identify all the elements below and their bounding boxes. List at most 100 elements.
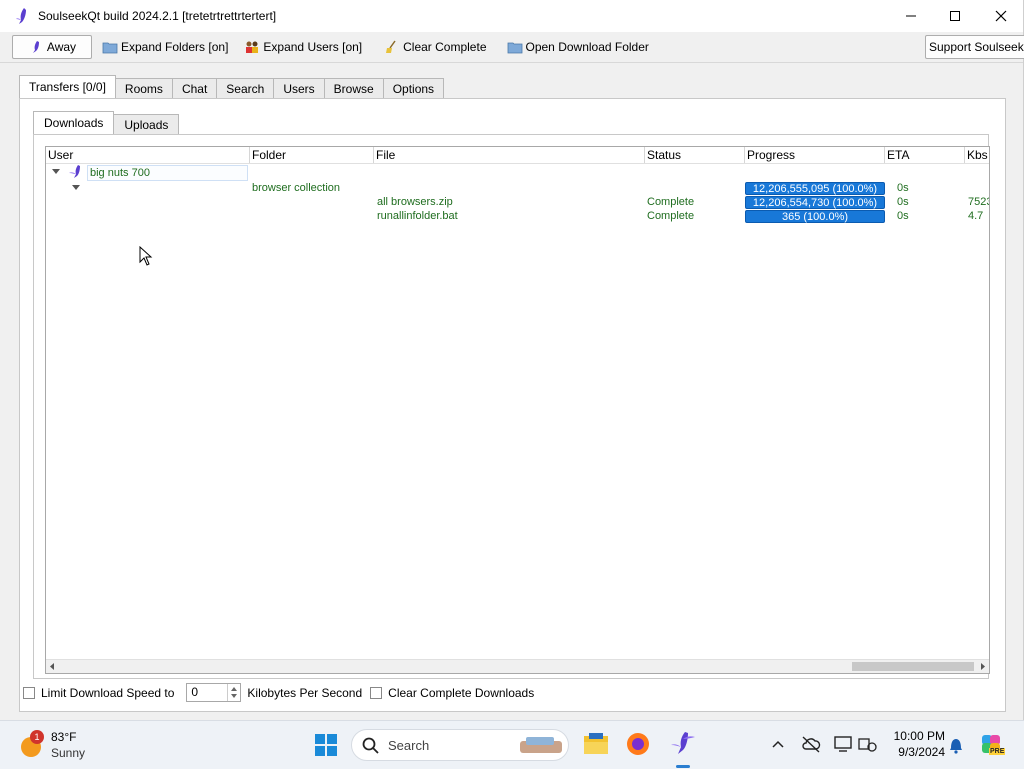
file-kbs: 4.7 [968,210,984,222]
clear-complete-button[interactable]: Clear Complete [380,36,490,58]
support-label: Support Soulseek! [929,40,1024,54]
network-icon[interactable] [858,735,878,753]
tab-users[interactable]: Users [274,78,325,99]
file-eta: 0s [897,196,909,208]
tab-rooms[interactable]: Rooms [115,78,173,99]
weather-temp: 83°F [51,730,77,744]
open-download-folder-button[interactable]: Open Download Folder [503,36,653,58]
file-name: runallinfolder.bat [377,210,458,222]
downloads-tree[interactable]: User Folder File Status Progress ETA Kbs [45,146,990,674]
horizontal-scrollbar[interactable] [46,659,989,673]
file-progress-bar: 365 (100.0%) [745,210,885,223]
file-explorer-icon[interactable] [583,733,609,755]
transfers-panel: Downloads Uploads User Folder File Statu… [19,98,1006,712]
col-folder[interactable]: Folder [250,147,374,163]
taskbar-search[interactable]: Search [351,729,569,761]
minimize-icon [906,15,916,17]
close-button[interactable] [978,0,1024,32]
folder-icon [102,42,118,54]
open-download-folder-label: Open Download Folder [525,40,649,54]
cloud-offline-icon[interactable] [801,735,821,753]
tab-transfers[interactable]: Transfers [0/0] [19,75,116,99]
copilot-button[interactable]: PRE [980,733,1006,757]
expand-users-label: Expand Users [on] [263,40,363,54]
scrollbar-thumb[interactable] [852,662,974,671]
limit-speed-checkbox[interactable] [23,686,35,699]
spin-arrows-icon[interactable] [228,684,240,701]
windows-start-icon[interactable] [314,733,338,757]
tab-search[interactable]: Search [217,78,275,99]
collapse-arrow-icon[interactable] [72,185,80,190]
table-row[interactable]: runallinfolder.bat Complete 365 (100.0%)… [46,209,989,223]
soulseek-bird-icon[interactable] [670,730,696,756]
expand-folders-button[interactable]: Expand Folders [on] [98,36,232,58]
taskbar: 1 83°F Sunny Search 10:00 PM 9/3/2024 PR… [0,720,1024,769]
weather-widget[interactable]: 1 83°F Sunny [20,730,110,762]
folder-eta: 0s [897,182,909,194]
main-tabs: Transfers [0/0] Rooms Chat Search Users … [19,75,445,99]
file-status: Complete [647,196,695,208]
clock[interactable]: 10:00 PM 9/3/2024 [885,729,945,759]
speed-value: 0 [191,685,199,699]
search-icon [362,737,379,754]
download-footer: Limit Download Speed to 0 Kilobytes Per … [23,683,534,702]
copilot-badge: PRE [989,748,1006,755]
spin-buttons[interactable] [227,684,240,701]
col-kbs[interactable]: Kbs [965,147,989,163]
maximize-icon [950,11,960,21]
file-progress-bar: 12,206,554,730 (100.0%) [745,196,885,209]
soulseek-bird-icon [32,41,39,53]
close-icon [995,10,1007,22]
col-eta[interactable]: ETA [885,147,965,163]
tab-options[interactable]: Options [383,78,445,99]
title-bar: SoulseekQt build 2024.2.1 [tretetrtrettr… [0,0,1023,32]
display-icon[interactable] [833,735,853,753]
user-name: big nuts 700 [90,167,150,179]
search-highlight-icon [520,737,562,753]
folder-progress-bar: 12,206,555,095 (100.0%) [745,182,885,195]
file-status: Complete [647,210,695,222]
notification-bell-icon[interactable] [948,736,964,754]
maximize-button[interactable] [932,0,978,32]
window-title: SoulseekQt build 2024.2.1 [tretetrtrettr… [38,9,277,23]
tab-uploads[interactable]: Uploads [114,114,180,135]
file-kbs: 7523 [968,196,989,208]
downloads-panel: User Folder File Status Progress ETA Kbs [33,134,990,679]
tree-header: User Folder File Status Progress ETA Kbs [46,147,989,164]
table-row[interactable]: browser collection 12,206,555,095 (100.0… [46,181,989,195]
soulseek-bird-icon [16,8,26,24]
limit-speed-label: Limit Download Speed to [41,685,175,700]
expand-users-button[interactable]: Expand Users [on] [240,36,366,58]
support-soulseek-button[interactable]: Support Soulseek! [925,35,1024,59]
tab-downloads[interactable]: Downloads [33,111,115,135]
clear-complete-downloads-checkbox[interactable] [370,686,383,699]
tab-chat[interactable]: Chat [172,78,218,99]
file-eta: 0s [897,210,909,222]
clock-date: 9/3/2024 [898,745,945,759]
transfer-subtabs: Downloads Uploads [33,111,180,135]
weather-desc: Sunny [51,746,86,760]
col-progress[interactable]: Progress [745,147,885,163]
tab-browse[interactable]: Browse [324,78,384,99]
away-label: Away [46,40,77,54]
col-file[interactable]: File [374,147,645,163]
col-user[interactable]: User [46,147,250,163]
col-status[interactable]: Status [645,147,745,163]
speed-limit-spinbox[interactable]: 0 [186,683,242,702]
folder-name: browser collection [252,182,341,194]
chevron-up-icon[interactable] [771,738,785,750]
weather-badge: 1 [30,730,44,744]
table-row[interactable]: all browsers.zip Complete 12,206,554,730… [46,195,989,209]
folder-icon [507,42,522,54]
collapse-arrow-icon[interactable] [52,169,60,174]
scroll-left-icon[interactable] [48,662,56,671]
table-row[interactable]: big nuts 700 [46,163,989,181]
firefox-icon[interactable] [626,732,650,756]
away-button[interactable]: Away [12,35,92,59]
clock-time: 10:00 PM [893,729,945,743]
file-name: all browsers.zip [377,196,453,208]
soulseek-bird-icon [69,165,80,178]
users-icon [246,41,259,53]
scroll-right-icon[interactable] [979,662,987,671]
minimize-button[interactable] [888,0,934,32]
